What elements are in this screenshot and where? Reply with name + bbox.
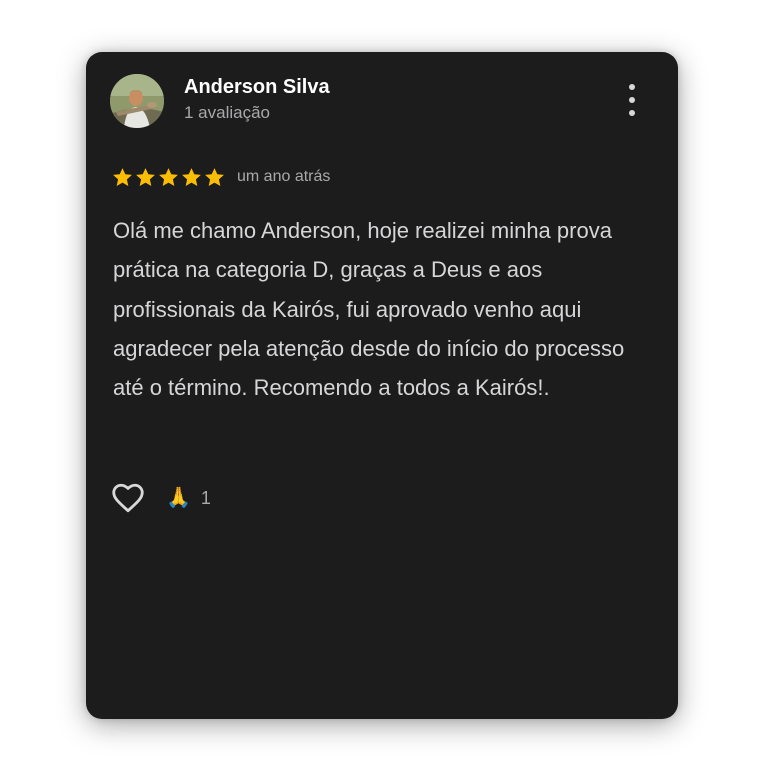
avatar[interactable]	[110, 74, 164, 128]
reaction-count: 1	[200, 487, 211, 508]
review-text: Olá me chamo Anderson, hoje realizei min…	[113, 218, 625, 401]
review-actions: 🙏 1	[110, 480, 211, 516]
menu-dot	[629, 110, 635, 116]
star-icon	[205, 168, 224, 187]
avatar-photo	[110, 74, 164, 128]
menu-dot	[629, 97, 635, 103]
review-card: Anderson Silva 1 avaliação um ano atrás …	[86, 52, 678, 719]
star-icon	[159, 168, 178, 187]
folded-hands-icon[interactable]: 🙏	[166, 488, 191, 508]
star-icon	[182, 168, 201, 187]
author-name[interactable]: Anderson Silva	[184, 76, 330, 99]
more-vertical-icon[interactable]	[622, 84, 642, 116]
menu-dot	[629, 84, 635, 90]
star-rating	[111, 166, 226, 189]
star-icon	[136, 168, 155, 187]
author-review-count: 1 avaliação	[184, 103, 271, 122]
heart-outline-icon[interactable]	[110, 480, 146, 516]
review-time: um ano atrás	[237, 168, 331, 185]
star-icon	[113, 168, 132, 187]
